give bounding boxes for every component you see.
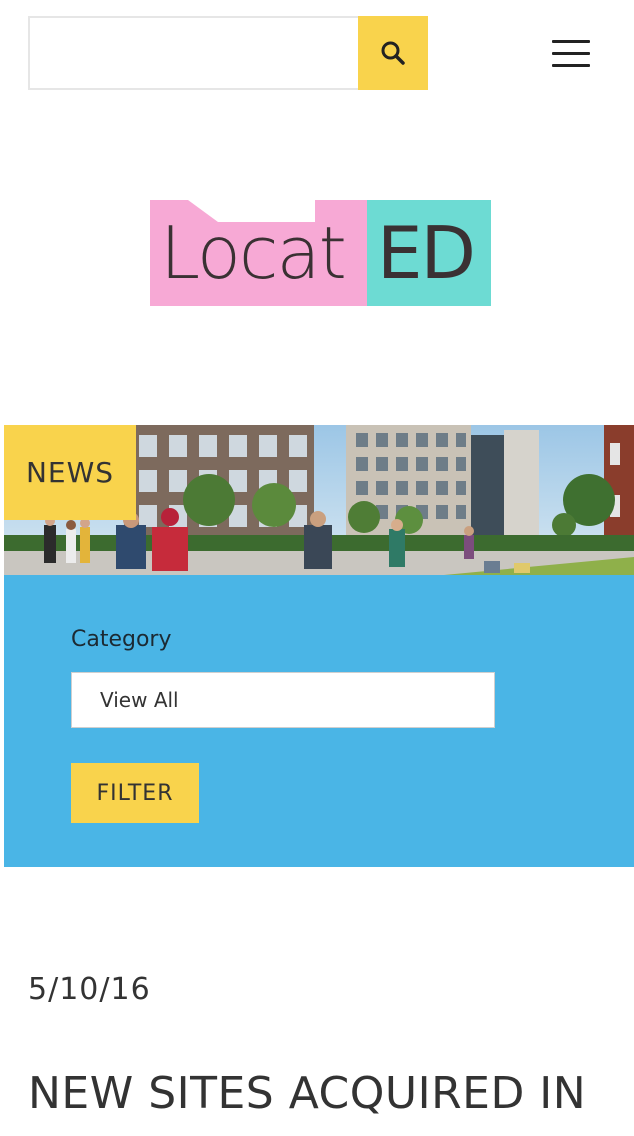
search-bar [28, 16, 428, 90]
category-label: Category [71, 627, 172, 652]
search-icon [381, 41, 405, 65]
logo-text-ed: ED [377, 211, 476, 295]
hamburger-menu-icon [552, 40, 590, 43]
hamburger-menu-button[interactable] [552, 38, 592, 70]
hamburger-menu-icon-bar [552, 64, 590, 67]
hamburger-menu-icon-bar [552, 52, 590, 55]
search-button[interactable] [358, 16, 428, 90]
news-tag: NEWS [4, 425, 136, 520]
logo-text-locat: Locat [160, 211, 347, 295]
article-title[interactable]: NEW SITES ACQUIRED IN [28, 1068, 586, 1119]
search-input[interactable] [28, 16, 358, 90]
site-logo[interactable]: Locat ED [150, 200, 491, 306]
article-date: 5/10/16 [28, 972, 151, 1007]
category-select[interactable]: View All [71, 672, 495, 728]
filter-button[interactable]: FILTER [71, 763, 199, 823]
filter-panel: Category View All FILTER [4, 575, 634, 867]
